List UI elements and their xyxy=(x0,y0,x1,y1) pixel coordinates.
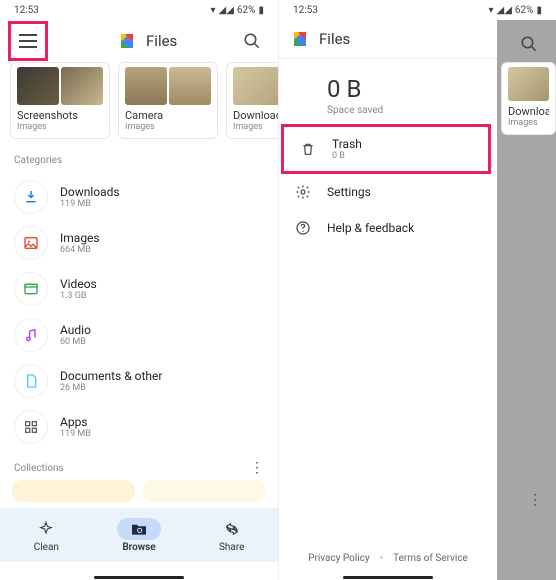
status-bar: 12:53 ▾ ◢◢ 62% ▮ xyxy=(279,0,556,20)
document-icon xyxy=(23,373,39,389)
search-icon xyxy=(243,32,261,50)
storage-summary: 0 B Space saved xyxy=(279,59,497,124)
gesture-bar xyxy=(94,576,184,579)
category-downloads[interactable]: Downloads119 MB xyxy=(0,174,278,220)
category-documents[interactable]: Documents & other26 MB xyxy=(0,358,278,404)
share-icon xyxy=(224,522,240,536)
storage-value: 0 B xyxy=(327,75,479,103)
files-logo-icon xyxy=(118,32,136,50)
background-content: Downloads Images ⋮ xyxy=(497,20,556,580)
wifi-icon: ▾ xyxy=(488,5,493,16)
more-icon: ⋮ xyxy=(528,492,542,508)
bottom-nav: Clean Browse Share xyxy=(0,508,278,562)
nav-browse[interactable]: Browse xyxy=(93,518,186,553)
recent-sub: Images xyxy=(125,122,211,132)
drawer-item-settings[interactable]: Settings xyxy=(279,174,497,210)
recent-card-screenshots[interactable]: Screenshots Images xyxy=(10,62,110,139)
signal-icon: ◢◢ xyxy=(219,5,234,16)
status-time: 12:53 xyxy=(293,5,318,16)
drawer-item-trash[interactable]: Trash0 B xyxy=(281,124,491,174)
more-icon[interactable]: ⋮ xyxy=(250,460,264,476)
recent-title: Camera xyxy=(125,109,211,122)
category-images[interactable]: Images664 MB xyxy=(0,220,278,266)
drawer-item-help[interactable]: Help & feedback xyxy=(279,210,497,246)
folder-search-icon xyxy=(130,522,148,536)
drawer-title: Files xyxy=(319,30,485,48)
battery-icon: ▮ xyxy=(258,5,264,16)
battery-icon: ▮ xyxy=(536,5,542,16)
search-button xyxy=(511,26,547,62)
status-bar: 12:53 ▾ ◢◢ 62% ▮ xyxy=(0,0,278,20)
gear-icon xyxy=(295,184,311,200)
drawer-header: Files xyxy=(279,20,497,59)
collection-chip[interactable] xyxy=(143,480,266,502)
video-icon xyxy=(23,281,39,297)
phone-left: 12:53 ▾ ◢◢ 62% ▮ Files Screenshots Image… xyxy=(0,0,278,580)
nav-share[interactable]: Share xyxy=(185,518,278,553)
phone-right: 12:53 ▾ ◢◢ 62% ▮ Downloads Images ⋮ File… xyxy=(278,0,556,580)
battery-pct: 62% xyxy=(515,5,534,16)
recent-title: Downloads xyxy=(233,109,278,122)
apps-icon xyxy=(23,419,39,435)
wifi-icon: ▾ xyxy=(210,5,215,16)
status-right: ▾ ◢◢ 62% ▮ xyxy=(488,5,542,16)
collection-chips xyxy=(0,480,278,508)
category-apps[interactable]: Apps119 MB xyxy=(0,404,278,450)
recent-title: Screenshots xyxy=(17,109,103,122)
recent-card-downloads[interactable]: Downloads Images xyxy=(226,62,278,139)
privacy-link[interactable]: Privacy Policy xyxy=(308,553,370,564)
battery-pct: 62% xyxy=(237,5,256,16)
hamburger-icon xyxy=(19,34,37,48)
dot-separator: • xyxy=(380,553,383,564)
menu-button[interactable] xyxy=(8,21,48,61)
status-right: ▾ ◢◢ 62% ▮ xyxy=(210,5,264,16)
recent-sub: Images xyxy=(233,122,278,132)
storage-label: Space saved xyxy=(327,105,479,116)
section-collections-row: Collections ⋮ xyxy=(0,450,278,480)
files-logo-icon xyxy=(291,30,309,48)
drawer-footer: Privacy Policy • Terms of Service xyxy=(279,537,497,580)
recent-card-camera[interactable]: Camera Images xyxy=(118,62,218,139)
category-videos[interactable]: Videos1.3 GB xyxy=(0,266,278,312)
image-icon xyxy=(23,235,39,251)
category-audio[interactable]: Audio60 MB xyxy=(0,312,278,358)
status-time: 12:53 xyxy=(14,5,39,16)
trash-icon xyxy=(300,141,316,157)
section-categories: Categories xyxy=(0,143,278,174)
app-title: Files xyxy=(146,32,224,50)
collection-chip[interactable] xyxy=(12,480,135,502)
recent-row: Screenshots Images Camera Images Downloa… xyxy=(0,62,278,143)
download-icon xyxy=(23,189,39,205)
app-bar: Files xyxy=(0,20,278,62)
nav-clean[interactable]: Clean xyxy=(0,518,93,553)
recent-card-downloads: Downloads Images xyxy=(501,62,556,135)
section-collections: Collections xyxy=(14,463,64,474)
terms-link[interactable]: Terms of Service xyxy=(393,553,468,564)
sparkle-icon xyxy=(38,521,54,537)
search-button[interactable] xyxy=(234,23,270,59)
nav-drawer: Files 0 B Space saved Trash0 B Settings … xyxy=(279,20,497,580)
signal-icon: ◢◢ xyxy=(497,5,512,16)
search-icon xyxy=(520,35,538,53)
gesture-bar xyxy=(343,576,433,579)
audio-icon xyxy=(23,327,39,343)
recent-sub: Images xyxy=(17,122,103,132)
help-icon xyxy=(295,220,311,236)
